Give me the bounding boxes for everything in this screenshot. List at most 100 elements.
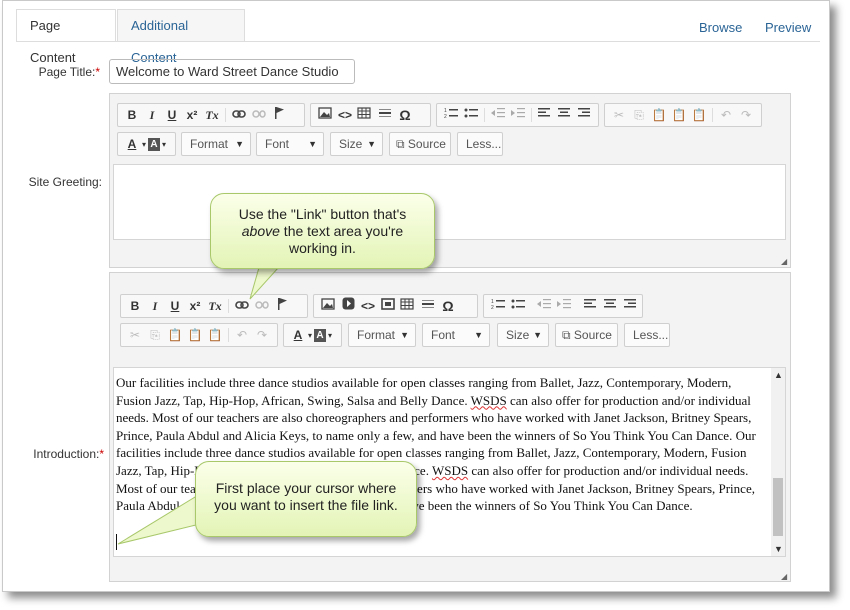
browse-link[interactable]: Browse — [699, 20, 742, 35]
numbered-list-icon[interactable]: 12 — [443, 106, 459, 124]
indent-icon[interactable] — [556, 297, 572, 315]
scrollbar[interactable]: ▲ ▼ — [771, 368, 785, 556]
separator — [530, 108, 531, 122]
separator — [228, 328, 229, 342]
anchor-flag-icon[interactable] — [271, 106, 287, 124]
iframe-icon[interactable] — [380, 297, 396, 315]
resize-grip-icon[interactable]: ◢ — [781, 258, 787, 266]
preview-link[interactable]: Preview — [765, 20, 811, 35]
align-right-icon[interactable] — [576, 106, 592, 124]
source-label: Source — [407, 137, 446, 151]
redo-icon[interactable]: ↷ — [738, 106, 754, 124]
paste-text-icon[interactable]: 📋 — [187, 326, 203, 344]
table-icon[interactable] — [400, 297, 416, 315]
numbered-list-icon[interactable]: 12 — [490, 297, 506, 315]
image-icon[interactable] — [317, 106, 333, 124]
paste-word-icon[interactable]: 📋 — [207, 326, 223, 344]
paste-icon[interactable]: 📋 — [651, 106, 667, 124]
introduction-label-text: Introduction: — [33, 447, 100, 461]
svg-text:2: 2 — [491, 305, 494, 310]
size-dropdown[interactable]: Size ▼ — [330, 132, 383, 156]
source-button[interactable]: ⧉ Source — [389, 132, 451, 156]
format-label: Format — [190, 137, 229, 151]
chevron-down-icon: ▼ — [367, 139, 376, 149]
page-title-input[interactable]: Welcome to Ward Street Dance Studio — [109, 59, 355, 84]
undo-icon[interactable]: ↶ — [718, 106, 734, 124]
color-group: A ▾ A ▾ — [117, 132, 176, 156]
chevron-down-icon: ▾ — [142, 139, 147, 149]
bold-button[interactable]: B — [127, 297, 143, 315]
link-icon[interactable] — [231, 106, 247, 124]
required-mark: * — [99, 447, 104, 461]
chevron-down-icon: ▾ — [162, 139, 167, 149]
tab-additional-content[interactable]: Additional Content — [117, 9, 245, 65]
text-color-button[interactable]: A — [290, 326, 306, 344]
paste-text-icon[interactable]: 📋 — [671, 106, 687, 124]
horizontal-rule-icon[interactable] — [420, 297, 436, 315]
italic-button[interactable]: I — [147, 297, 163, 315]
align-center-icon[interactable] — [556, 106, 572, 124]
cut-icon[interactable]: ✂ — [611, 106, 627, 124]
bg-color-button[interactable]: A — [314, 328, 327, 342]
unlink-icon[interactable] — [251, 106, 267, 124]
superscript-button[interactable]: x² — [187, 297, 203, 315]
redo-icon[interactable]: ↷ — [254, 326, 270, 344]
basic-style-group: B I U x² Tx — [117, 103, 305, 127]
scrollbar-thumb[interactable] — [773, 478, 783, 536]
bullet-list-icon[interactable] — [463, 106, 479, 124]
resize-grip-icon[interactable]: ◢ — [781, 573, 787, 581]
font-dropdown[interactable]: Font ▼ — [422, 323, 490, 347]
size-label: Size — [506, 328, 530, 342]
size-dropdown[interactable]: Size ▼ — [497, 323, 549, 347]
italic-button[interactable]: I — [144, 106, 160, 124]
cursor-tip-callout: First place your cursor where you want t… — [195, 461, 417, 537]
separator — [228, 299, 229, 313]
align-left-icon[interactable] — [582, 297, 598, 315]
undo-icon[interactable]: ↶ — [234, 326, 250, 344]
remove-format-button[interactable]: Tx — [204, 106, 220, 124]
superscript-button[interactable]: x² — [184, 106, 200, 124]
special-char-icon[interactable]: Ω — [397, 106, 413, 124]
paste-word-icon[interactable]: 📋 — [691, 106, 707, 124]
callout-emphasis: above — [241, 223, 280, 239]
outdent-icon[interactable] — [536, 297, 552, 315]
outdent-icon[interactable] — [490, 106, 506, 124]
underline-button[interactable]: U — [167, 297, 183, 315]
paste-icon[interactable]: 📋 — [167, 326, 183, 344]
scroll-down-icon[interactable]: ▼ — [774, 544, 783, 554]
tab-page-content[interactable]: Page Content — [16, 9, 116, 65]
copy-icon[interactable]: ⎘ — [147, 326, 163, 344]
bold-button[interactable]: B — [124, 106, 140, 124]
align-left-icon[interactable] — [536, 106, 552, 124]
source-button[interactable]: ⧉ Source — [555, 323, 618, 347]
underline-button[interactable]: U — [164, 106, 180, 124]
format-dropdown[interactable]: Format ▼ — [348, 323, 416, 347]
code-icon[interactable]: <> — [337, 106, 353, 124]
special-char-icon[interactable]: Ω — [440, 297, 456, 315]
format-dropdown[interactable]: Format ▼ — [181, 132, 251, 156]
scroll-up-icon[interactable]: ▲ — [774, 370, 783, 380]
code-icon[interactable]: <> — [360, 297, 376, 315]
font-label: Font — [431, 328, 456, 342]
chevron-down-icon: ▾ — [308, 330, 313, 340]
spellcheck-word: WSDS — [470, 392, 507, 408]
align-center-icon[interactable] — [602, 297, 618, 315]
bg-color-button[interactable]: A — [148, 137, 161, 151]
indent-icon[interactable] — [510, 106, 526, 124]
font-dropdown[interactable]: Font ▼ — [256, 132, 324, 156]
image-icon[interactable] — [320, 297, 336, 315]
copy-icon[interactable]: ⎘ — [631, 106, 647, 124]
introduction-label: Introduction:* — [20, 447, 104, 461]
flash-icon[interactable] — [340, 297, 356, 315]
insert-group: <> Ω — [313, 294, 478, 318]
page-title-label-text: Page Title: — [38, 65, 96, 79]
text-color-button[interactable]: A — [124, 135, 140, 153]
table-icon[interactable] — [357, 106, 373, 124]
bullet-list-icon[interactable] — [510, 297, 526, 315]
cut-icon[interactable]: ✂ — [127, 326, 143, 344]
less-button[interactable]: Less... — [624, 323, 670, 347]
remove-format-button[interactable]: Tx — [207, 297, 223, 315]
align-right-icon[interactable] — [622, 297, 638, 315]
less-button[interactable]: Less... — [457, 132, 503, 156]
horizontal-rule-icon[interactable] — [377, 106, 393, 124]
